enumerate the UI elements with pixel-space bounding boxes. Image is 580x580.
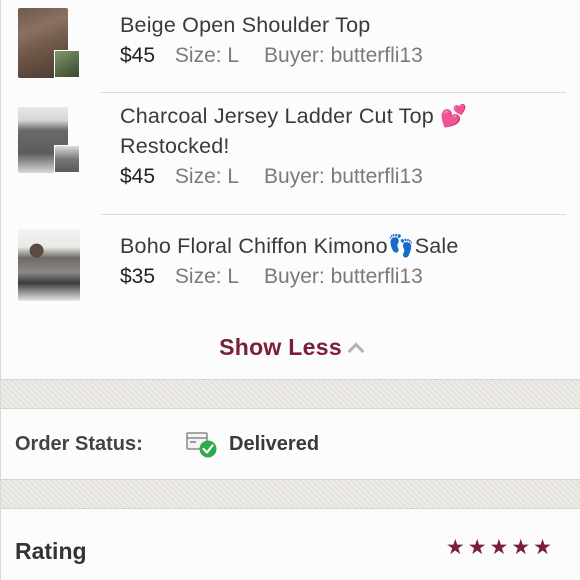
item-title[interactable]: Beige Open Shoulder Top [120, 10, 423, 40]
item-price: $45 [120, 44, 156, 67]
size-label: Size: [174, 44, 222, 67]
buyer-label: Buyer: [264, 165, 325, 188]
rating-label: Rating [15, 537, 87, 564]
thumbnail-secondary-photo [54, 145, 80, 173]
item-thumbnail[interactable] [18, 8, 80, 78]
order-status-row: Order Status: Delivered [1, 409, 580, 479]
order-status-value: Delivered [229, 432, 320, 455]
buyer-name[interactable]: butterfli13 [331, 265, 423, 288]
item-info: Charcoal Jersey Ladder Cut Top 💕 Restock… [120, 101, 477, 192]
size-value: L [227, 265, 239, 288]
rating-row: Rating ★ ★ ★ ★ ★ [1, 509, 580, 580]
star-icon: ★ [511, 535, 531, 559]
order-detail-page: Beige Open Shoulder Top $45 Size: L Buye… [0, 0, 580, 580]
kimono-photo [18, 229, 80, 301]
list-item[interactable]: Charcoal Jersey Ladder Cut Top 💕 Restock… [1, 93, 580, 215]
item-meta: $45 Size: L Buyer: butterfli13 [120, 162, 467, 192]
show-less-label: Show Less [219, 334, 342, 360]
item-title-line2: Restocked! [120, 134, 230, 158]
item-info: Beige Open Shoulder Top $45 Size: L Buye… [120, 10, 433, 71]
item-meta: $45 Size: L Buyer: butterfli13 [120, 41, 423, 71]
size-value: L [227, 44, 239, 67]
order-items-list: Beige Open Shoulder Top $45 Size: L Buye… [1, 0, 580, 316]
buyer-name[interactable]: butterfli13 [331, 44, 423, 67]
item-thumbnail[interactable] [18, 229, 80, 301]
thumbnail-secondary-photo [54, 50, 80, 78]
star-icon: ★ [467, 535, 487, 559]
item-price: $35 [120, 265, 156, 288]
star-icon: ★ [489, 535, 509, 559]
item-title[interactable]: Boho Floral Chiffon Kimono👣Sale [120, 231, 459, 261]
item-price: $45 [120, 165, 156, 188]
size-label: Size: [174, 165, 222, 188]
item-title[interactable]: Charcoal Jersey Ladder Cut Top 💕 [120, 101, 467, 131]
list-item[interactable]: Boho Floral Chiffon Kimono👣Sale $35 Size… [1, 215, 580, 316]
star-icon: ★ [533, 535, 552, 559]
item-meta: $35 Size: L Buyer: butterfli13 [120, 262, 459, 292]
section-separator [1, 479, 580, 509]
buyer-label: Buyer: [264, 44, 325, 67]
buyer-label: Buyer: [264, 265, 325, 288]
section-separator [1, 379, 580, 409]
rating-stars: ★ ★ ★ ★ ★ [446, 537, 552, 558]
size-value: L [227, 165, 239, 188]
delivered-box-icon [185, 429, 219, 459]
list-item[interactable]: Beige Open Shoulder Top $45 Size: L Buye… [1, 0, 580, 93]
chevron-up-icon [347, 342, 365, 359]
item-info: Boho Floral Chiffon Kimono👣Sale $35 Size… [120, 231, 469, 292]
star-icon: ★ [445, 535, 465, 559]
order-status-label: Order Status: [15, 432, 143, 455]
item-thumbnail[interactable] [18, 107, 80, 173]
buyer-name[interactable]: butterfli13 [331, 165, 423, 188]
size-label: Size: [174, 265, 222, 288]
show-less-button[interactable]: Show Less [1, 316, 580, 379]
